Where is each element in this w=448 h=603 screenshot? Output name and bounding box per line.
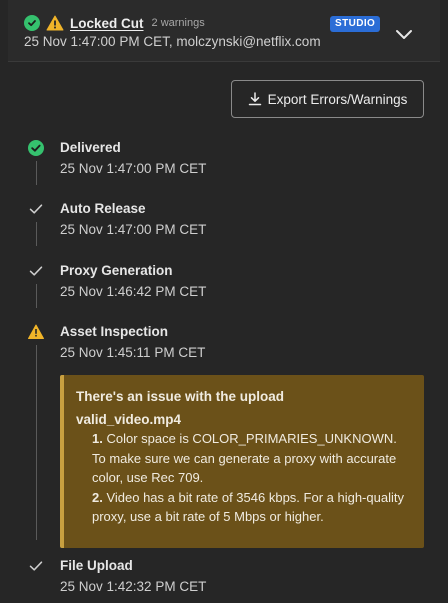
timeline-connector — [36, 345, 37, 540]
timeline-connector — [36, 284, 37, 308]
upload-issue-alert: There's an issue with the upload valid_v… — [60, 375, 424, 548]
studio-badge: STUDIO — [330, 16, 381, 32]
step-time: 25 Nov 1:47:00 PM CET — [60, 161, 207, 176]
delivery-title-link[interactable]: Locked Cut — [70, 16, 144, 31]
alert-filename: valid_video.mp4 — [76, 411, 182, 427]
step-label: File Upload — [60, 558, 133, 573]
chevron-down-icon[interactable] — [394, 25, 414, 45]
timeline-connector — [36, 222, 37, 246]
alert-issue-item: 2. Video has a bit rate of 3546 kbps. Fo… — [76, 488, 410, 527]
warning-icon — [46, 15, 64, 31]
issue-text: Video has a bit rate of 3546 kbps. For a… — [92, 489, 404, 525]
step-label: Auto Release — [60, 201, 146, 216]
step-time: 25 Nov 1:45:11 PM CET — [60, 345, 206, 360]
check-circle-icon — [24, 15, 40, 31]
warning-icon — [28, 324, 44, 340]
check-icon — [28, 201, 44, 217]
check-icon — [28, 558, 44, 574]
step-time: 25 Nov 1:46:42 PM CET — [60, 284, 207, 299]
check-circle-icon — [28, 140, 44, 156]
step-time: 25 Nov 1:42:32 PM CET — [60, 579, 207, 594]
issue-number: 2. — [92, 489, 103, 505]
alert-title: There's an issue with the upload — [76, 389, 284, 404]
issue-number: 1. — [92, 431, 103, 446]
step-label: Proxy Generation — [60, 263, 173, 278]
warning-count: 2 warnings — [151, 17, 205, 29]
delivery-header[interactable]: Locked Cut 2 warnings STUDIO 25 Nov 1:47… — [8, 0, 440, 62]
step-label: Delivered — [60, 140, 121, 155]
export-errors-warnings-button[interactable]: Export Errors/Warnings — [231, 80, 424, 118]
header-meta: 25 Nov 1:47:00 PM CET, molczynski@netfli… — [24, 34, 321, 49]
step-time: 25 Nov 1:47:00 PM CET — [60, 222, 207, 237]
issue-text: Color space is COLOR_PRIMARIES_UNKNOWN. … — [92, 431, 397, 485]
export-button-label: Export Errors/Warnings — [267, 91, 408, 107]
header-title-row: Locked Cut 2 warnings — [24, 13, 205, 33]
alert-issue-item: 1. Color space is COLOR_PRIMARIES_UNKNOW… — [76, 429, 410, 488]
check-icon — [28, 263, 44, 279]
download-icon — [248, 92, 261, 106]
timeline-connector — [36, 161, 37, 185]
step-label: Asset Inspection — [60, 324, 169, 339]
